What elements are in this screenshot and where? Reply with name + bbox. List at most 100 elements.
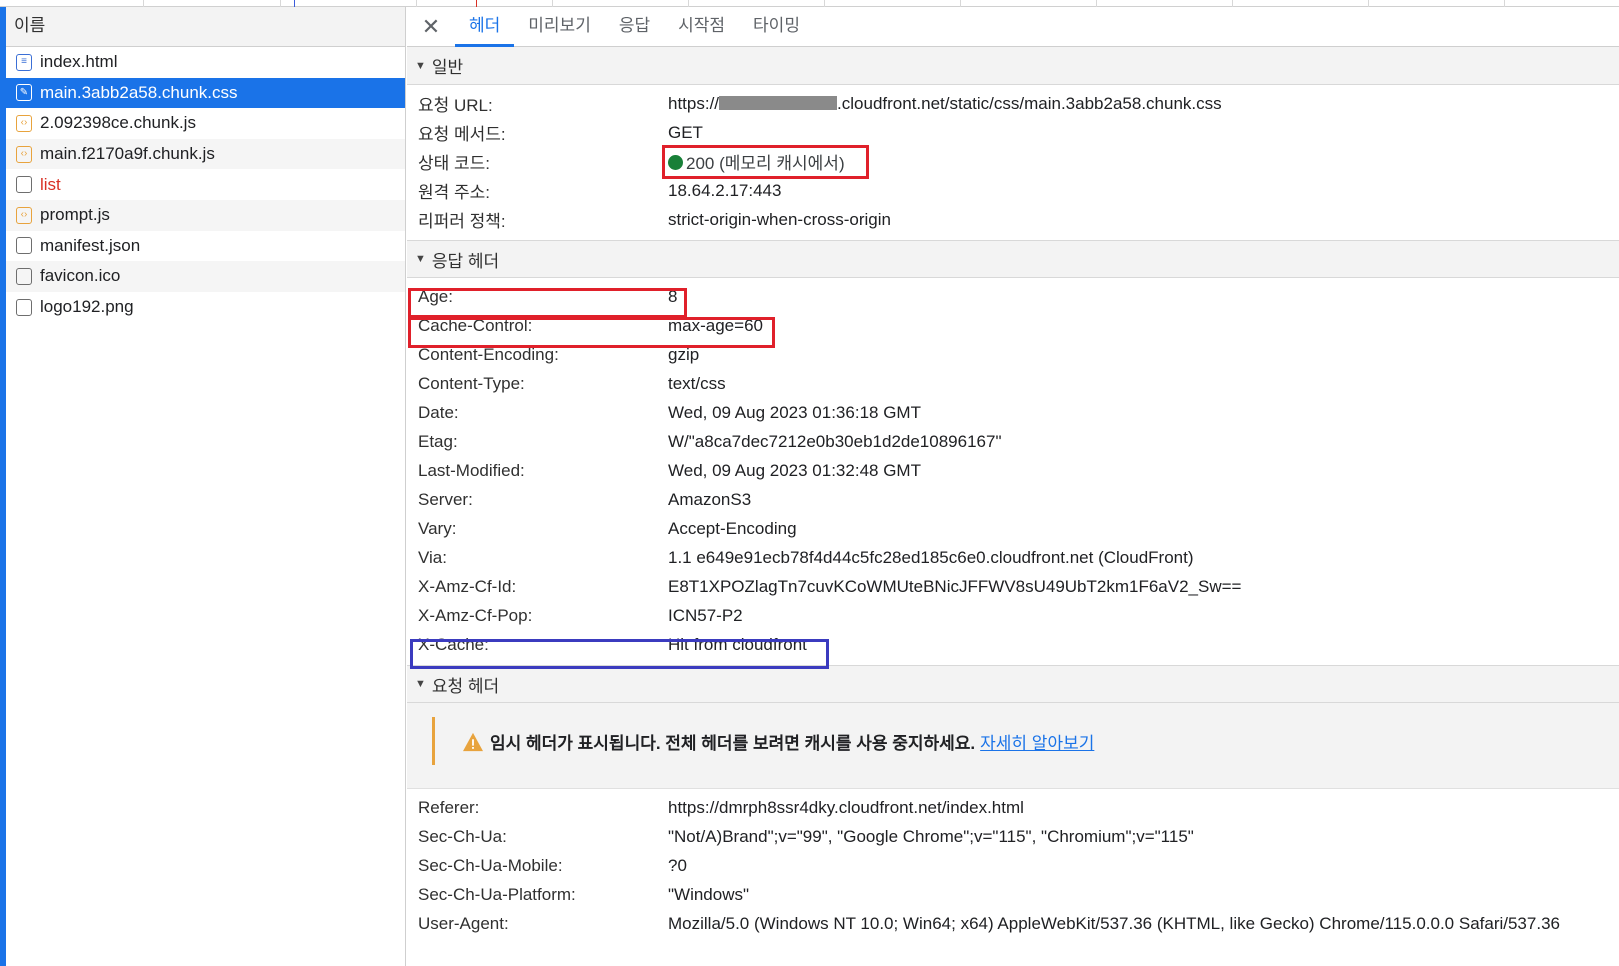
- header-value[interactable]: "Not/A)Brand";v="99", "Google Chrome";v=…: [668, 827, 1194, 847]
- header-value[interactable]: AmazonS3: [668, 490, 751, 510]
- remote-address-value[interactable]: 18.64.2.17:443: [668, 181, 781, 201]
- name-column-header[interactable]: 이름: [6, 7, 405, 47]
- header-row: Age: 8: [407, 282, 1619, 311]
- request-list-item-name: list: [40, 174, 61, 194]
- referrer-policy-row: 리퍼러 정책: strict-origin-when-cross-origin: [407, 205, 1619, 234]
- request-list-item-name: favicon.ico: [40, 266, 121, 286]
- header-name[interactable]: Last-Modified:: [418, 461, 525, 481]
- collapse-triangle-icon: ▼: [415, 59, 426, 72]
- request-headers-section-header[interactable]: ▼ 요청 헤더: [407, 665, 1619, 703]
- request-list-item[interactable]: logo192.png: [6, 292, 405, 323]
- header-name[interactable]: Etag:: [418, 432, 458, 452]
- header-value[interactable]: text/css: [668, 374, 726, 394]
- document-icon: ≡: [16, 53, 32, 71]
- header-value[interactable]: Hit from cloudfront: [668, 635, 807, 655]
- header-value[interactable]: Accept-Encoding: [668, 519, 797, 539]
- tab-initiator[interactable]: 시작점: [664, 7, 739, 47]
- tab-timing[interactable]: 타이밍: [739, 7, 814, 47]
- provisional-headers-warning: 임시 헤더가 표시됩니다. 전체 헤더를 보려면 캐시를 사용 중지하세요. 자…: [407, 703, 1619, 789]
- header-name[interactable]: X-Cache:: [418, 635, 489, 655]
- status-ok-dot-icon: [668, 155, 683, 170]
- header-name[interactable]: Vary:: [418, 519, 456, 539]
- header-row: Date: Wed, 09 Aug 2023 01:36:18 GMT: [407, 398, 1619, 427]
- tab-headers[interactable]: 헤더: [455, 7, 515, 47]
- header-row: Content-Type: text/css: [407, 369, 1619, 398]
- header-value[interactable]: ICN57-P2: [668, 606, 743, 626]
- learn-more-link[interactable]: 자세히 알아보기: [980, 729, 1094, 754]
- header-value[interactable]: W/"a8ca7dec7212e0b30eb1d2de10896167": [668, 432, 1001, 452]
- header-value[interactable]: gzip: [668, 345, 699, 365]
- request-list-item-name: main.f2170a9f.chunk.js: [40, 144, 215, 164]
- request-list-item[interactable]: ✎ main.3abb2a58.chunk.css: [6, 77, 405, 109]
- header-value[interactable]: "Windows": [668, 885, 749, 905]
- header-value[interactable]: ?0: [668, 856, 687, 876]
- general-section-header[interactable]: ▼ 일반: [407, 47, 1619, 85]
- response-headers-section-header[interactable]: ▼ 응답 헤더: [407, 240, 1619, 278]
- status-code-value[interactable]: 200 (메모리 캐시에서): [668, 149, 845, 174]
- response-header-rows: Age: 8 Cache-Control: max-age=60 Content-Enc…: [407, 278, 1619, 665]
- header-row: Cache-Control: max-age=60: [407, 311, 1619, 340]
- header-value[interactable]: Mozilla/5.0 (Windows NT 10.0; Win64; x64…: [668, 914, 1560, 934]
- redacted-block: [719, 95, 838, 110]
- header-row: Referer: https://dmrph8ssr4dky.cloudfront…: [407, 793, 1619, 822]
- request-list-item[interactable]: manifest.json: [6, 231, 405, 262]
- request-method-value[interactable]: GET: [668, 123, 703, 143]
- request-list-item[interactable]: list: [6, 169, 405, 200]
- request-url-value[interactable]: https://.cloudfront.net/static/css/main.…: [668, 94, 1222, 114]
- blank-file-icon: [16, 237, 32, 255]
- tab-response[interactable]: 응답: [605, 7, 664, 47]
- header-value[interactable]: E8T1XPOZlagTn7cuvKCoWMUteBNicJFFWV8sU49U…: [668, 577, 1241, 597]
- blank-file-icon: [16, 298, 32, 316]
- blank-file-icon: [16, 267, 32, 285]
- request-list-item[interactable]: ‹› 2.092398ce.chunk.js: [6, 108, 405, 139]
- request-list-item[interactable]: favicon.ico: [6, 261, 405, 292]
- status-code-row: 상태 코드: 200 (메모리 캐시에서): [407, 147, 1619, 176]
- header-row: Etag: W/"a8ca7dec7212e0b30eb1d2de10896167…: [407, 427, 1619, 456]
- close-icon[interactable]: ✕: [407, 7, 455, 47]
- header-name[interactable]: Server:: [418, 490, 473, 510]
- request-details-panel: ✕ 헤더 미리보기 응답 시작점 타이밍 ▼ 일반 요청 URL: https:…: [407, 7, 1619, 966]
- header-name[interactable]: Date:: [418, 403, 459, 423]
- header-name[interactable]: Sec-Ch-Ua-Mobile:: [418, 856, 563, 876]
- header-name[interactable]: Cache-Control:: [418, 316, 532, 336]
- header-name[interactable]: X-Amz-Cf-Id:: [418, 577, 516, 597]
- request-list-item[interactable]: ‹› main.f2170a9f.chunk.js: [6, 138, 405, 170]
- header-name[interactable]: Age:: [418, 287, 453, 307]
- tab-preview[interactable]: 미리보기: [514, 7, 605, 47]
- request-list-item[interactable]: ‹› prompt.js: [6, 199, 405, 231]
- header-value[interactable]: 1.1 e649e91ecb78f4d44c5fc28ed185c6e0.clo…: [668, 548, 1194, 568]
- header-row: Sec-Ch-Ua-Mobile: ?0: [407, 851, 1619, 880]
- script-icon: ‹›: [16, 145, 32, 163]
- request-list-item-name: main.3abb2a58.chunk.css: [40, 82, 238, 102]
- blank-file-icon: [16, 176, 32, 194]
- request-headers-title: 요청 헤더: [431, 676, 500, 696]
- header-value[interactable]: 8: [668, 287, 677, 307]
- header-row: X-Amz-Cf-Pop: ICN57-P2: [407, 601, 1619, 630]
- referrer-policy-value[interactable]: strict-origin-when-cross-origin: [668, 210, 891, 230]
- warning-accent-bar: [432, 717, 435, 765]
- header-name[interactable]: Via:: [418, 548, 447, 568]
- header-value[interactable]: Wed, 09 Aug 2023 01:32:48 GMT: [668, 461, 921, 481]
- header-name[interactable]: User-Agent:: [418, 914, 509, 934]
- header-value[interactable]: max-age=60: [668, 316, 763, 336]
- header-name[interactable]: X-Amz-Cf-Pop:: [418, 606, 532, 626]
- header-value[interactable]: https://dmrph8ssr4dky.cloudfront.net/ind…: [668, 798, 1024, 818]
- general-section-title: 일반: [431, 58, 464, 77]
- stylesheet-icon: ✎: [16, 84, 32, 102]
- status-code-label: 상태 코드:: [418, 154, 491, 173]
- header-name[interactable]: Sec-Ch-Ua:: [418, 827, 507, 847]
- request-method-label: 요청 메서드:: [418, 125, 506, 144]
- header-row: Sec-Ch-Ua-Platform: "Windows": [407, 880, 1619, 909]
- header-row: User-Agent: Mozilla/5.0 (Windows NT 10.0;…: [407, 909, 1619, 938]
- header-name[interactable]: Referer:: [418, 798, 479, 818]
- request-list-item-name: logo192.png: [40, 297, 134, 317]
- request-list-item[interactable]: ≡ index.html: [6, 47, 405, 78]
- header-name[interactable]: Content-Encoding:: [418, 345, 559, 365]
- request-list-item-name: index.html: [40, 52, 118, 72]
- header-name[interactable]: Content-Type:: [418, 374, 525, 394]
- remote-address-label: 원격 주소:: [418, 183, 491, 202]
- request-list-item-name: prompt.js: [40, 205, 110, 225]
- warning-icon: [463, 732, 483, 751]
- header-value[interactable]: Wed, 09 Aug 2023 01:36:18 GMT: [668, 403, 921, 423]
- header-name[interactable]: Sec-Ch-Ua-Platform:: [418, 885, 576, 905]
